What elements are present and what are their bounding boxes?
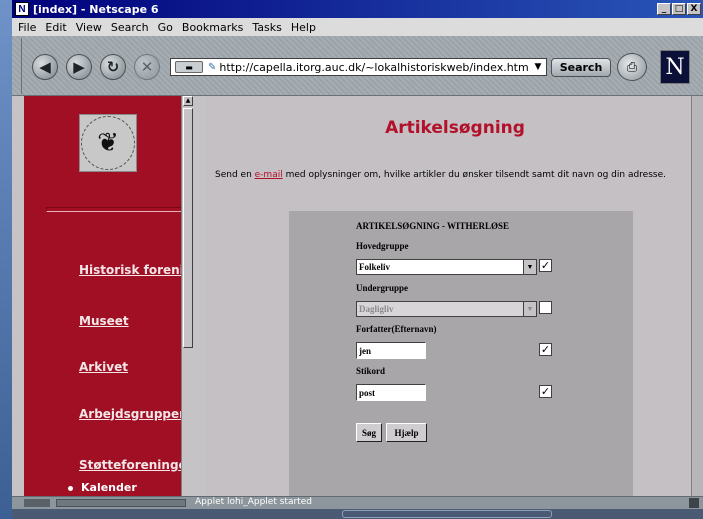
intro-text: Send en e-mail med oplysninger om, hvilk… bbox=[215, 170, 685, 181]
menu-search[interactable]: Search bbox=[111, 21, 149, 34]
back-button[interactable]: ◀ bbox=[32, 54, 58, 80]
menu-bookmarks[interactable]: Bookmarks bbox=[182, 21, 243, 34]
left-frame-scrollbar[interactable]: ▲ bbox=[181, 96, 193, 496]
back-arrow-icon: ◀ bbox=[39, 58, 51, 76]
close-button[interactable]: X bbox=[687, 3, 701, 15]
intro-prefix: Send en bbox=[215, 170, 255, 180]
reload-icon: ↻ bbox=[106, 58, 120, 76]
menu-file[interactable]: File bbox=[18, 21, 36, 34]
seal-emblem-icon: ❦ bbox=[81, 116, 135, 170]
forward-arrow-icon: ▶ bbox=[73, 58, 85, 76]
chevron-down-icon[interactable]: ▼ bbox=[523, 302, 536, 316]
bullet-icon bbox=[68, 485, 73, 491]
page-title: Artikelsøgning bbox=[385, 118, 525, 138]
stikord-input[interactable]: post bbox=[356, 384, 426, 401]
nav-link-arkivet[interactable]: Arkivet bbox=[79, 360, 128, 374]
nav-link-arbejdsgrupper[interactable]: Arbejdsgrupper bbox=[79, 407, 185, 421]
undergruppe-value: Dagligliv bbox=[359, 304, 394, 314]
menu-view[interactable]: View bbox=[76, 21, 102, 34]
print-button[interactable]: ⎙ bbox=[617, 53, 647, 81]
scroll-up-icon[interactable]: ▲ bbox=[183, 96, 193, 106]
bookmark-icon[interactable]: ▬ bbox=[175, 61, 203, 73]
help-button[interactable]: Hjælp bbox=[386, 423, 427, 442]
undergruppe-label: Undergruppe bbox=[356, 283, 409, 293]
forfatter-label: Forfatter(Efternavn) bbox=[356, 324, 437, 334]
menu-help[interactable]: Help bbox=[291, 21, 316, 34]
menu-edit[interactable]: Edit bbox=[45, 21, 66, 34]
nav-link-kalender-label: Kalender bbox=[81, 481, 137, 494]
nav-link-museet[interactable]: Museet bbox=[79, 314, 129, 328]
title-bar: N [index] - Netscape 6 _ □ X bbox=[12, 0, 703, 18]
main-content-frame: Artikelsøgning Send en e-mail med oplysn… bbox=[205, 96, 703, 496]
navigation-toolbar: ◀ ▶ ↻ ✕ ▬ ✎ http://capella.itorg.auc.dk/… bbox=[12, 36, 703, 96]
menu-bar: File Edit View Search Go Bookmarks Tasks… bbox=[12, 18, 703, 36]
main-frame-scrollbar[interactable] bbox=[691, 96, 703, 496]
url-bar[interactable]: ▬ ✎ http://capella.itorg.auc.dk/~lokalhi… bbox=[170, 58, 547, 76]
nav-link-stotteforeninger[interactable]: Støtteforeninger bbox=[79, 458, 193, 472]
status-grip[interactable] bbox=[24, 499, 50, 507]
menu-go[interactable]: Go bbox=[158, 21, 173, 34]
hovedgruppe-checkbox[interactable]: ✓ bbox=[539, 259, 552, 272]
undergruppe-select[interactable]: Dagligliv ▼ bbox=[356, 301, 537, 317]
form-title: ARTIKELSØGNING - WITHERLØSE bbox=[356, 221, 510, 231]
url-text[interactable]: http://capella.itorg.auc.dk/~lokalhistor… bbox=[219, 61, 530, 74]
menu-tasks[interactable]: Tasks bbox=[252, 21, 281, 34]
stop-button[interactable]: ✕ bbox=[134, 54, 160, 80]
window-title: [index] - Netscape 6 bbox=[33, 2, 159, 16]
reload-button[interactable]: ↻ bbox=[100, 54, 126, 80]
url-dropdown-icon[interactable]: ▼ bbox=[530, 62, 546, 72]
hovedgruppe-select[interactable]: Folkeliv ▼ bbox=[356, 259, 537, 275]
nav-divider bbox=[46, 207, 184, 212]
status-bar: Applet lohi_Applet started bbox=[12, 496, 703, 509]
taskbar-strip bbox=[12, 509, 703, 519]
stikord-checkbox[interactable]: ✓ bbox=[539, 385, 552, 398]
scrollbar-thumb[interactable] bbox=[183, 108, 193, 348]
minimize-button[interactable]: _ bbox=[657, 3, 671, 15]
forfatter-checkbox[interactable]: ✓ bbox=[539, 343, 552, 356]
left-nav-frame: ❦ Historisk forening Museet Arkivet Arbe… bbox=[24, 96, 193, 496]
nav-link-kalender[interactable]: Kalender bbox=[68, 481, 137, 494]
forfatter-input[interactable]: jen bbox=[356, 342, 426, 359]
page-proxy-icon: ✎ bbox=[208, 61, 217, 73]
progress-bar bbox=[56, 499, 186, 507]
desktop-background bbox=[0, 0, 12, 519]
status-message: Applet lohi_Applet started bbox=[195, 497, 312, 507]
security-lock-icon[interactable] bbox=[689, 498, 699, 508]
nav-link-historisk-forening[interactable]: Historisk forening bbox=[79, 263, 193, 277]
search-button[interactable]: Search bbox=[551, 58, 611, 77]
intro-suffix: med oplysninger om, hvilke artikler du ø… bbox=[282, 170, 666, 180]
society-logo: ❦ bbox=[79, 114, 137, 172]
stikord-label: Stikord bbox=[356, 366, 386, 376]
stop-icon: ✕ bbox=[140, 58, 154, 76]
hovedgruppe-value: Folkeliv bbox=[359, 262, 390, 272]
hovedgruppe-label: Hovedgruppe bbox=[356, 241, 409, 251]
netscape-logo[interactable]: N bbox=[660, 50, 690, 84]
forward-button[interactable]: ▶ bbox=[66, 54, 92, 80]
browser-window: N [index] - Netscape 6 _ □ X File Edit V… bbox=[12, 0, 703, 519]
print-icon: ⎙ bbox=[626, 59, 638, 75]
email-link[interactable]: e-mail bbox=[255, 170, 283, 180]
taskbar-button[interactable] bbox=[342, 510, 552, 518]
search-form: ARTIKELSØGNING - WITHERLØSE Hovedgruppe … bbox=[289, 211, 633, 496]
toolbar-grip[interactable] bbox=[14, 38, 22, 94]
maximize-button[interactable]: □ bbox=[672, 3, 686, 15]
netscape-app-icon[interactable]: N bbox=[15, 2, 29, 16]
undergruppe-checkbox[interactable] bbox=[539, 301, 552, 314]
search-submit-button[interactable]: Søg bbox=[356, 423, 382, 442]
chevron-down-icon[interactable]: ▼ bbox=[523, 260, 536, 274]
